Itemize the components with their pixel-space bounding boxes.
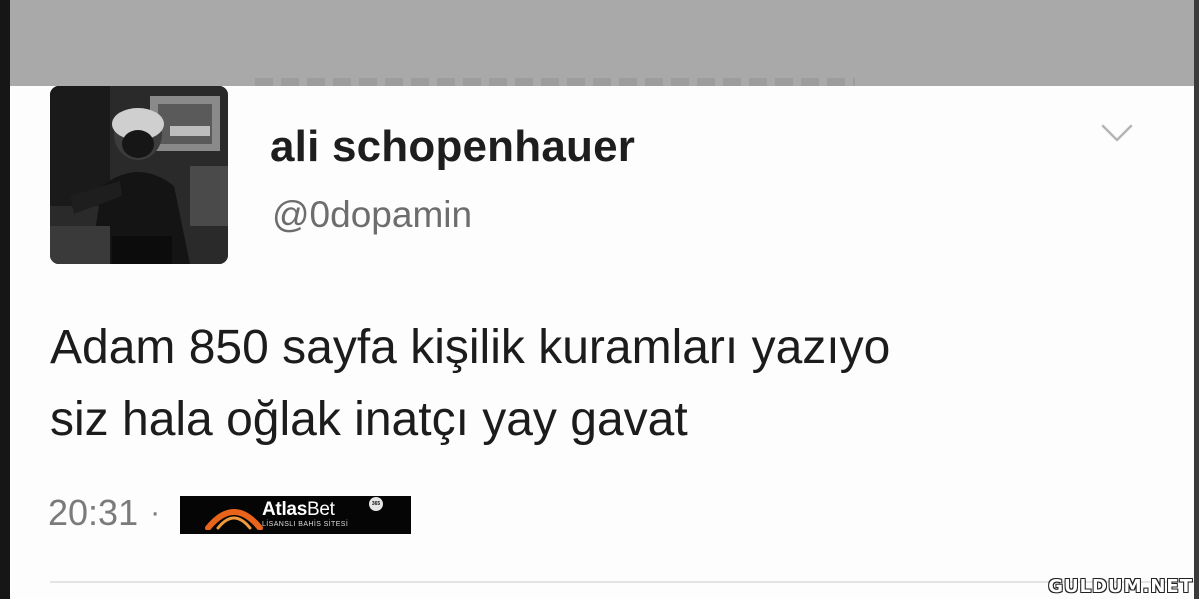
ad-badge: 365 (369, 497, 383, 511)
ad-banner[interactable]: AtlasBet 365 LİSANSLI BAHİS SİTESİ (180, 496, 411, 534)
ad-brand-bold: Atlas (262, 499, 307, 520)
avatar-photo (50, 86, 228, 264)
left-border (0, 0, 10, 599)
brand-arch-logo-icon (205, 509, 263, 530)
tweet-text-line: siz hala oğlak inatçı yay gavat (50, 393, 688, 446)
cropped-top-bar (0, 0, 1199, 86)
site-watermark: GULDUM.NET (1048, 576, 1193, 597)
avatar[interactable] (50, 86, 228, 264)
display-name[interactable]: ali schopenhauer (270, 122, 635, 172)
username-handle[interactable]: @0dopamin (272, 194, 472, 236)
divider (50, 581, 1194, 583)
ad-tagline: LİSANSLI BAHİS SİTESİ (262, 521, 349, 528)
right-border (1194, 0, 1199, 599)
chevron-down-icon[interactable] (1100, 122, 1134, 144)
cropped-previous-text (255, 78, 855, 86)
tweet-card: ali schopenhauer @0dopamin Adam 850 sayf… (10, 86, 1194, 599)
tweet-meta: 20:31 · (48, 490, 170, 536)
ad-brand-light: Bet (306, 499, 335, 520)
timestamp[interactable]: 20:31 (48, 492, 138, 534)
meta-separator: · (150, 496, 161, 529)
tweet-text: Adam 850 sayfa kişilik kuramları yazıyo … (50, 312, 1150, 456)
tweet-text-line: Adam 850 sayfa kişilik kuramları yazıyo (50, 321, 891, 374)
ad-brand-name: AtlasBet (262, 499, 335, 521)
